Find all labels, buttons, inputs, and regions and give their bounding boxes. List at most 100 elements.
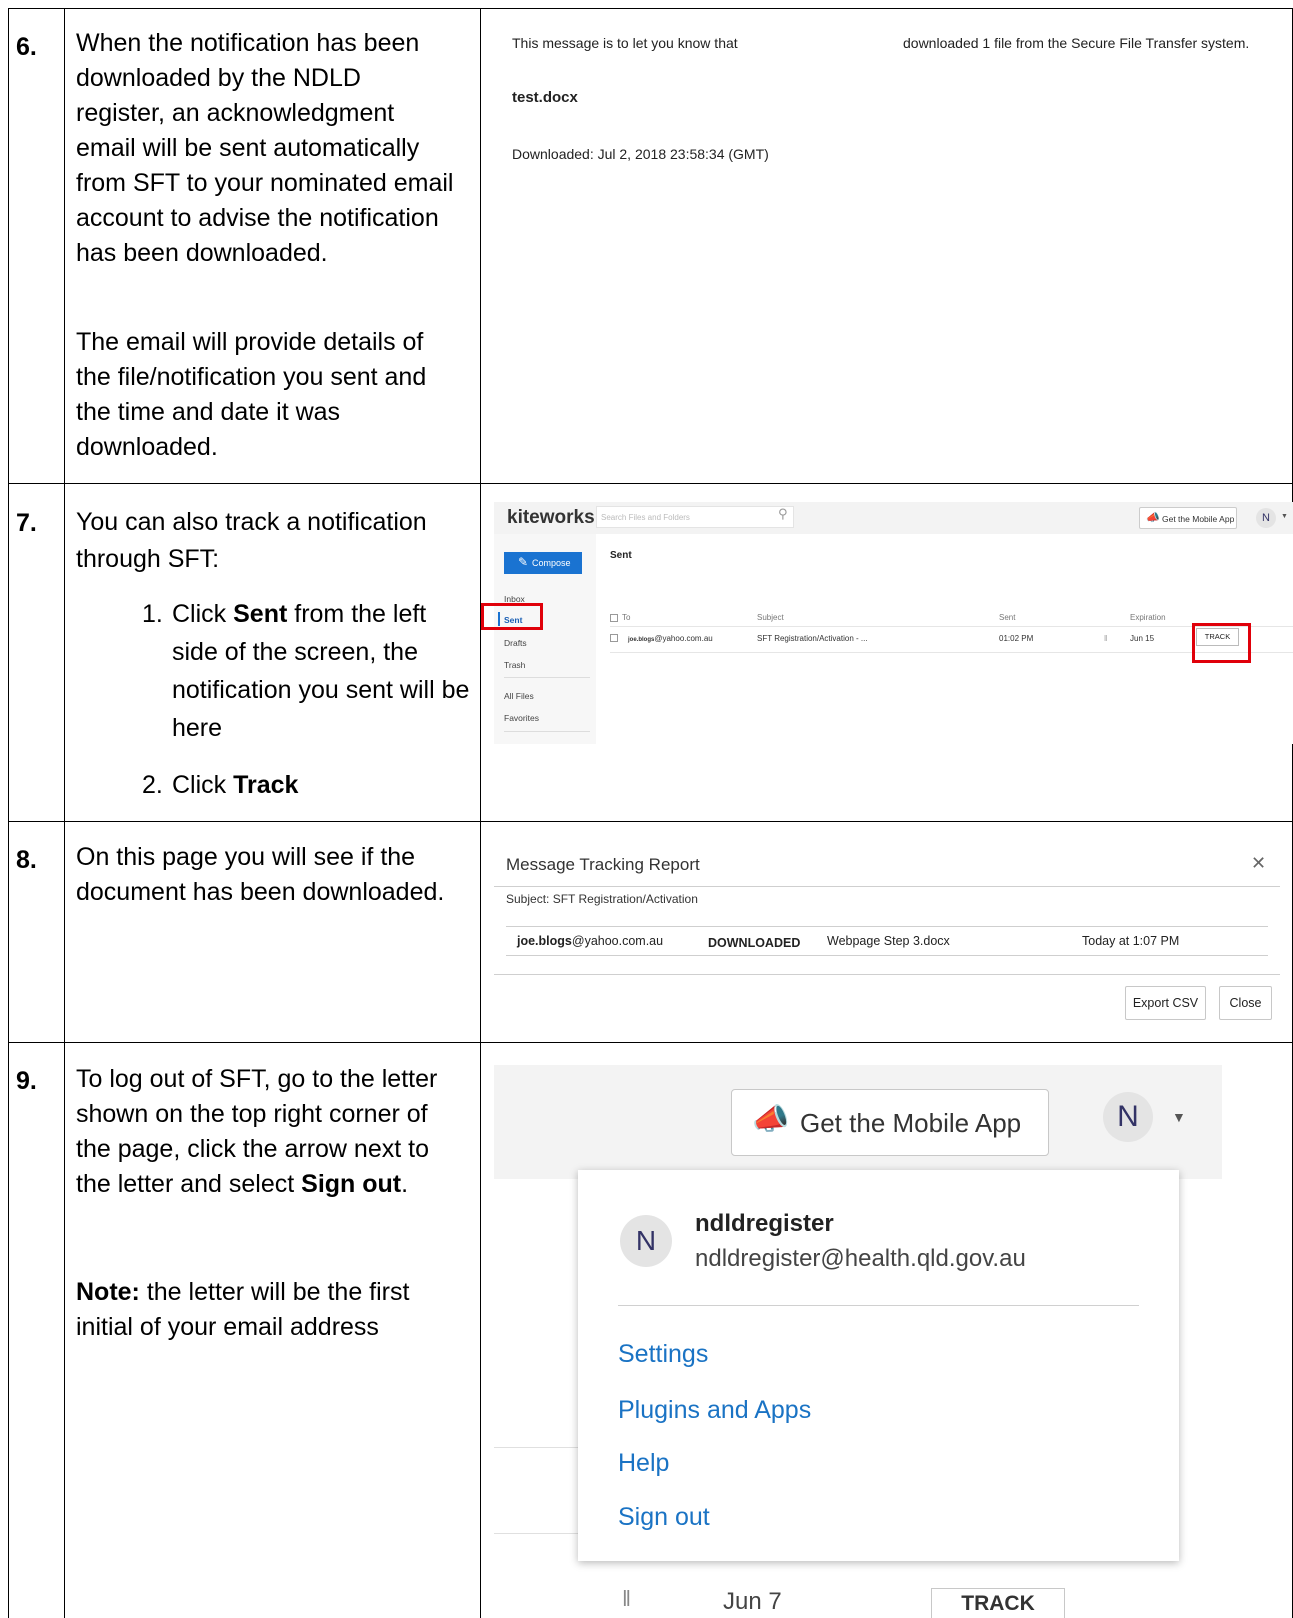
row-divider [610,652,1293,653]
background-row-divider [494,1533,578,1534]
report-user-domain: @yahoo.com.au [571,934,664,948]
step-8-text: On this page you will see if the documen… [76,843,445,906]
paperclip-icon: ‖ [1104,634,1108,643]
sidebar-item-trash[interactable]: Trash [504,660,525,670]
get-mobile-app-button[interactable]: 📣 Get the Mobile App [731,1089,1049,1156]
table-border-left [8,8,9,1618]
compose-button[interactable]: ✎ Compose [504,552,582,574]
export-csv-button[interactable]: Export CSV [1125,986,1206,1020]
background-row-divider [494,1447,578,1448]
report-time: Today at 1:07 PM [1082,934,1180,948]
avatar[interactable]: N [1103,1092,1153,1142]
report-row-divider [506,955,1268,956]
subject-cell[interactable]: SFT Registration/Activation - ... [757,634,868,643]
report-status: DOWNLOADED [708,936,801,950]
report-file: Webpage Step 3.docx [827,934,950,948]
row-divider-6-7 [8,483,1293,484]
column-header-sent[interactable]: Sent [999,613,1015,622]
row-divider [610,626,1293,627]
close-button[interactable]: Close [1219,986,1272,1020]
menu-item-settings[interactable]: Settings [618,1340,708,1369]
user-name: ndldregister [695,1210,834,1237]
step-6-paragraph-2: The email will provide details of the fi… [76,328,427,461]
menu-item-help[interactable]: Help [618,1449,669,1478]
column-header-expiration[interactable]: Expiration [1130,613,1166,622]
step-number: 7. [16,509,37,537]
megaphone-icon: 📣 [1146,512,1160,524]
get-mobile-app-label: Get the Mobile App [800,1108,1022,1138]
table-border-top [8,8,1293,9]
step-6-paragraph-1: When the notification has been downloade… [76,29,454,267]
kiteworks-header: kiteworks Search Files and Folders ⚲ 📣 G… [494,502,1293,534]
report-user: joe.blogs@yahoo.com.au [517,934,663,948]
email-downloaded-time: Downloaded: Jul 2, 2018 23:58:34 (GMT) [512,146,769,162]
step-9-text-part: . [401,1170,409,1198]
megaphone-icon: 📣 [752,1103,790,1136]
select-all-checkbox[interactable] [610,614,618,622]
sidebar-item-all-files[interactable]: All Files [504,691,534,701]
background-expiration-date: Jun 7 [723,1588,782,1615]
menu-item-plugins-and-apps[interactable]: Plugins and Apps [618,1396,811,1425]
step-9-text: To log out of SFT, go to the letter show… [76,1062,456,1202]
menu-item-sign-out[interactable]: Sign out [618,1503,710,1532]
highlight-sent-box [481,603,543,630]
email-intro-left: This message is to let you know that [512,35,738,51]
list-item-number: 2. [142,771,163,799]
report-user-name: joe.blogs [517,934,572,948]
get-mobile-app-label: Get the Mobile App [1162,514,1235,524]
report-header-divider [494,886,1280,887]
step-9-note: Note: the letter will be the first initi… [76,1275,456,1345]
list-item-bold: Sent [233,600,288,628]
column-header-subject[interactable]: Subject [757,613,784,622]
report-footer-divider [494,974,1280,975]
sidebar-item-favorites[interactable]: Favorites [504,713,539,723]
step-number: 9. [16,1067,37,1095]
email-intro-right: downloaded 1 file from the Secure File T… [903,35,1250,51]
paperclip-icon: ‖ [622,1586,632,1611]
list-item-text: Click [172,771,234,799]
list-item: Click Track [172,766,470,804]
kiteworks-logo: kiteworks [507,507,595,528]
menu-divider [618,1305,1139,1306]
user-email: ndldregister@health.qld.gov.au [695,1245,1026,1272]
user-dropdown-menu: N ndldregister ndldregister@health.qld.g… [578,1170,1179,1561]
row-checkbox[interactable] [610,634,618,642]
expiration-cell: Jun 15 [1130,634,1155,643]
sidebar-divider [504,677,590,678]
sidebar: ✎ Compose Inbox Sent Drafts Trash All Fi… [494,534,596,744]
sidebar-divider [504,731,590,732]
compose-label: Compose [532,558,571,568]
get-mobile-app-button[interactable]: 📣 Get the Mobile App [1139,507,1237,529]
report-subject: Subject: SFT Registration/Activation [506,892,698,906]
avatar: N [620,1215,672,1267]
close-icon[interactable]: ✕ [1251,853,1266,874]
recipient-domain: @yahoo.com.au [654,634,713,643]
recipient-cell[interactable]: joe.blogs@yahoo.com.au [628,634,713,643]
list-item-text: Click [172,600,234,628]
row-divider-8-9 [8,1042,1293,1043]
report-title: Message Tracking Report [506,855,700,874]
list-item: Click Sent from the left side of the scr… [172,595,470,747]
list-item-number: 1. [142,600,163,628]
step-7-intro: You can also track a notification throug… [76,508,427,573]
track-button[interactable]: TRACK [931,1588,1065,1618]
sidebar-item-drafts[interactable]: Drafts [504,638,527,648]
chevron-down-icon[interactable]: ▼ [1172,1109,1186,1125]
pencil-icon: ✎ [518,555,529,569]
step-number: 8. [16,846,37,874]
column-header-to[interactable]: To [622,613,630,622]
search-input[interactable]: Search Files and Folders [596,506,794,528]
report-row-divider [506,926,1268,927]
search-icon[interactable]: ⚲ [778,506,788,522]
table-border-col2 [480,8,481,1618]
chevron-down-icon[interactable]: ▼ [1281,513,1288,520]
step-number: 6. [16,33,37,61]
table-border-col1 [64,8,65,1618]
step-9-bold: Sign out [301,1170,402,1198]
avatar[interactable]: N [1256,508,1276,528]
highlight-track-box [1192,623,1251,663]
sent-time-cell: 01:02 PM [999,634,1034,643]
page-title: Sent [610,550,632,561]
kiteworks-sent-screenshot: kiteworks Search Files and Folders ⚲ 📣 G… [494,502,1293,744]
note-label: Note: [76,1278,140,1306]
